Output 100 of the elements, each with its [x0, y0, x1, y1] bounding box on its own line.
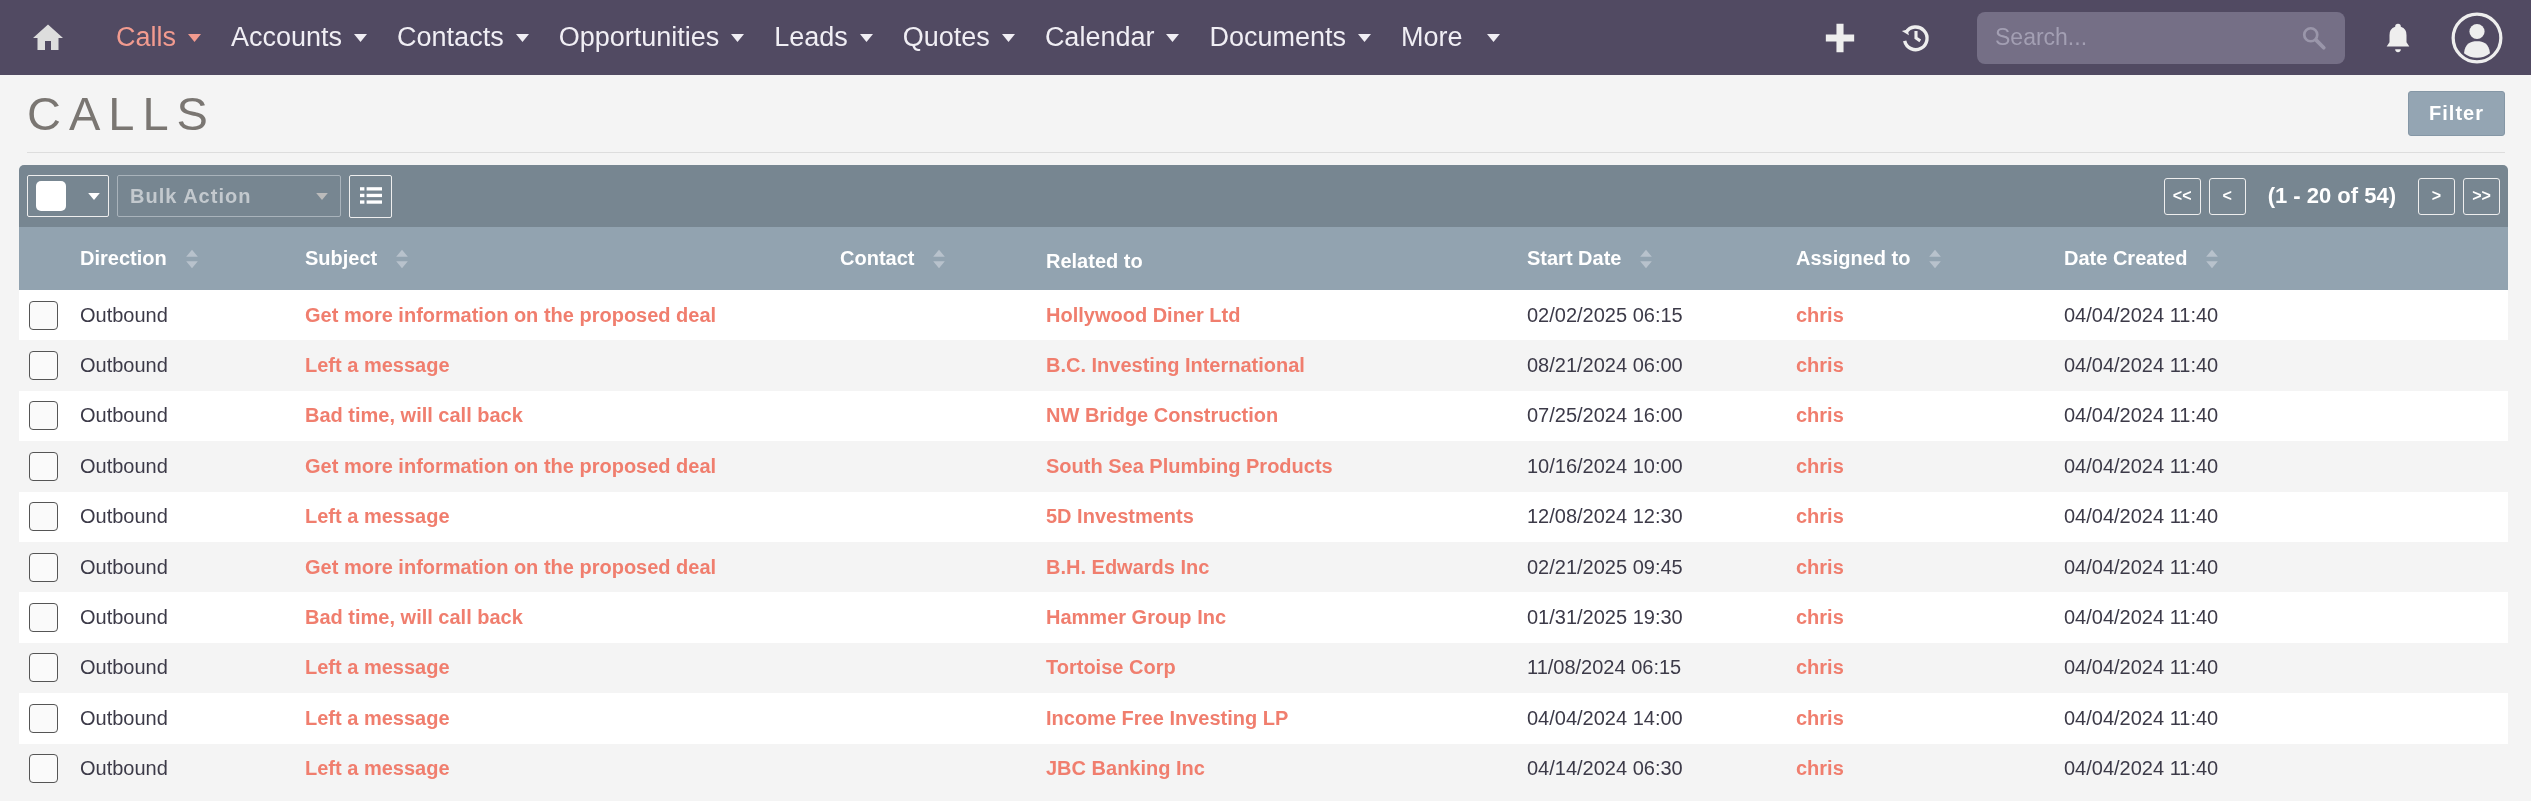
row-checkbox[interactable] [29, 351, 58, 381]
nav-menu-item[interactable]: Calendar [1044, 22, 1180, 53]
nav-menu-item[interactable]: More [1401, 22, 1500, 53]
caret-icon[interactable] [354, 33, 368, 42]
row-checkbox[interactable] [29, 754, 58, 784]
assigned-user-link[interactable]: chris [1796, 505, 1844, 528]
table-cell-text: 07/25/2024 16:00 [1527, 404, 1684, 428]
filter-button[interactable]: Filter [2408, 91, 2505, 136]
table-cell-text: 01/31/2025 19:30 [1527, 606, 1684, 630]
assigned-user-link[interactable]: chris [1796, 656, 1844, 679]
assigned-user-link[interactable]: chris [1796, 354, 1844, 377]
table-cell-text: 04/04/2024 11:40 [2064, 505, 2220, 529]
table-cell-text: Outbound [80, 555, 169, 579]
nav-menu-item[interactable]: Calls [116, 22, 201, 53]
subject-link[interactable]: Left a message [305, 757, 450, 780]
row-checkbox[interactable] [29, 552, 58, 582]
nav-menu-item[interactable]: Quotes [902, 22, 1015, 53]
caret-icon[interactable] [188, 33, 201, 42]
table-cell-text: Outbound [80, 656, 169, 680]
related-to-link[interactable]: JBC Banking Inc [1046, 757, 1205, 780]
assigned-user-link[interactable]: chris [1796, 706, 1844, 729]
column-header[interactable]: Start Date [1527, 247, 1622, 270]
related-to-link[interactable]: 5D Investments [1046, 505, 1194, 528]
caret-icon[interactable] [1001, 33, 1015, 42]
subject-link[interactable]: Bad time, will call back [305, 606, 523, 629]
caret-icon[interactable] [88, 192, 100, 200]
table-cell-text: Outbound [80, 757, 169, 781]
row-checkbox[interactable] [29, 603, 58, 633]
pagination-range: (1 - 20 of 54) [2267, 183, 2396, 209]
select-all-dropdown[interactable] [27, 175, 109, 217]
table-cell-text: 04/04/2024 11:40 [2064, 555, 2220, 579]
table-cell-text: 04/14/2024 06:30 [1527, 757, 1684, 781]
bulk-action-dropdown[interactable]: Bulk Action [117, 175, 341, 217]
column-header[interactable]: Contact [840, 247, 915, 270]
table-cell-text: Outbound [80, 354, 169, 378]
nav-menu-item[interactable]: Opportunities [558, 22, 745, 53]
subject-link[interactable]: Bad time, will call back [305, 404, 523, 427]
column-header[interactable]: Direction [80, 247, 167, 270]
column-header[interactable]: Related to [1046, 250, 1143, 273]
subject-link[interactable]: Get more information on the proposed deal [305, 454, 717, 477]
caret-icon[interactable] [731, 33, 745, 42]
first-page-button[interactable]: << [2163, 177, 2201, 215]
list-icon [359, 187, 382, 205]
assigned-user-link[interactable]: chris [1796, 404, 1844, 427]
related-to-link[interactable]: NW Bridge Construction [1046, 404, 1279, 427]
assigned-user-link[interactable]: chris [1796, 303, 1844, 326]
assigned-user-link[interactable]: chris [1796, 555, 1844, 578]
table-cell-text: 04/04/2024 11:40 [2064, 303, 2220, 327]
table-cell-text: 04/04/2024 11:40 [2064, 706, 2220, 730]
assigned-user-link[interactable]: chris [1796, 606, 1844, 629]
related-to-link[interactable]: Tortoise Corp [1046, 656, 1176, 679]
table-cell-text: Outbound [80, 303, 169, 327]
column-header[interactable]: Assigned to [1796, 247, 1911, 270]
caret-icon[interactable] [859, 33, 873, 42]
caret-icon[interactable] [1486, 33, 1500, 42]
page-title: CALLS [27, 86, 216, 141]
table-cell-text: 04/04/2024 14:00 [1527, 706, 1684, 730]
row-checkbox[interactable] [29, 300, 58, 330]
subject-link[interactable]: Get more information on the proposed deal [305, 555, 717, 578]
row-checkbox[interactable] [29, 451, 58, 481]
subject-link[interactable]: Left a message [305, 656, 450, 679]
subject-link[interactable]: Left a message [305, 706, 450, 729]
related-to-link[interactable]: Income Free Investing LP [1046, 706, 1289, 729]
caret-icon[interactable] [1166, 33, 1180, 42]
nav-menu-item[interactable]: Contacts [397, 22, 529, 53]
column-chooser-button[interactable] [349, 174, 392, 218]
nav-menu-item[interactable]: Documents [1209, 22, 1371, 53]
column-header[interactable]: Subject [305, 247, 378, 270]
table-cell-text: 04/04/2024 11:40 [2064, 656, 2220, 680]
assigned-user-link[interactable]: chris [1796, 757, 1844, 780]
subject-link[interactable]: Get more information on the proposed deal [305, 303, 717, 326]
caret-icon[interactable] [515, 33, 529, 42]
related-to-link[interactable]: Hollywood Diner Ltd [1046, 303, 1241, 326]
row-checkbox[interactable] [29, 401, 58, 431]
assigned-user-link[interactable]: chris [1796, 454, 1844, 477]
table-cell-text: Outbound [80, 706, 169, 730]
last-page-button[interactable]: >> [2463, 177, 2500, 215]
nav-menu-item[interactable]: Accounts [231, 22, 368, 53]
table-cell-text: Outbound [80, 606, 169, 630]
table-cell-text: 11/08/2024 06:15 [1527, 656, 1683, 680]
row-checkbox[interactable] [29, 502, 58, 532]
column-header[interactable]: Date Created [2064, 247, 2188, 270]
next-page-button[interactable]: > [2418, 177, 2455, 215]
nav-menu-item[interactable]: Leads [774, 22, 873, 53]
table-cell-text: 04/04/2024 11:40 [2064, 606, 2220, 630]
user-avatar-icon[interactable] [2451, 11, 2503, 64]
row-checkbox[interactable] [29, 653, 58, 683]
related-to-link[interactable]: B.H. Edwards Inc [1046, 555, 1210, 578]
caret-icon[interactable] [1358, 33, 1371, 42]
previous-page-button[interactable]: < [2208, 177, 2246, 215]
related-to-link[interactable]: B.C. Investing International [1046, 354, 1305, 377]
row-checkbox[interactable] [29, 703, 58, 733]
related-to-link[interactable]: Hammer Group Inc [1046, 606, 1227, 629]
subject-link[interactable]: Left a message [305, 505, 450, 528]
subject-link[interactable]: Left a message [305, 354, 450, 377]
table-cell-text: 12/08/2024 12:30 [1527, 505, 1684, 529]
table-cell-text: 04/04/2024 11:40 [2064, 454, 2220, 478]
table-cell-text: 02/02/2025 06:15 [1527, 303, 1684, 327]
table-cell-text: Outbound [80, 505, 169, 529]
related-to-link[interactable]: South Sea Plumbing Products [1046, 454, 1333, 477]
